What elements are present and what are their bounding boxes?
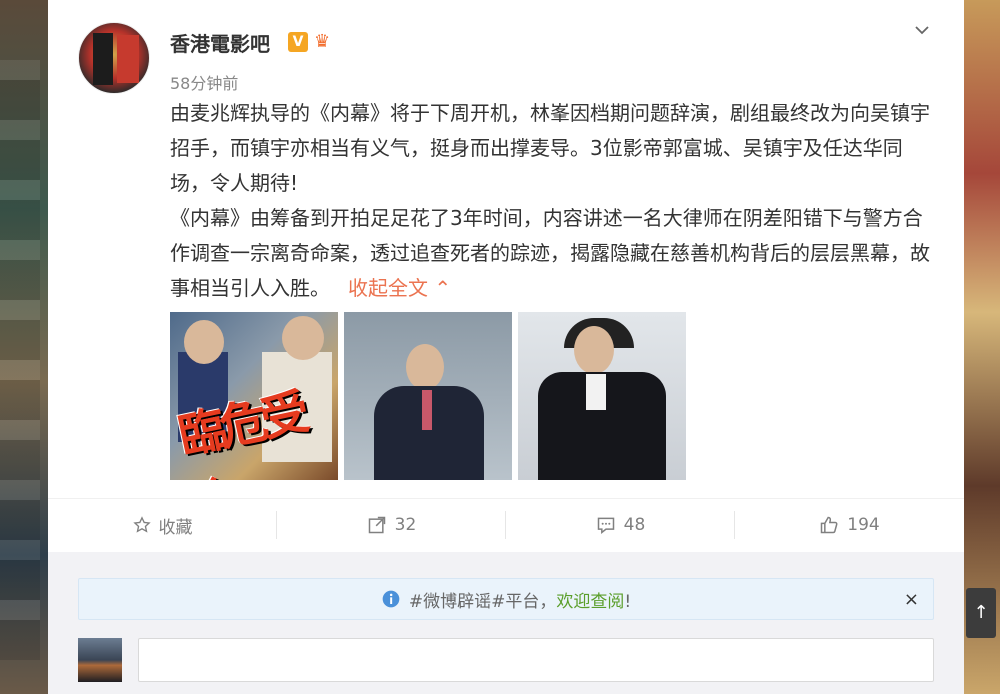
back-to-top-button[interactable]: ↑: [966, 588, 996, 638]
collapse-text-link[interactable]: 收起全文 ⌃: [348, 276, 451, 300]
verified-icon: V: [288, 32, 308, 52]
repost-button[interactable]: 32: [277, 499, 506, 551]
comment-icon: [597, 517, 614, 535]
like-button[interactable]: 194: [735, 499, 964, 551]
favorite-button[interactable]: 收藏: [48, 499, 277, 551]
notice-text: #微博辟谣#平台，: [408, 591, 557, 612]
notice-link[interactable]: 欢迎查阅: [556, 592, 624, 612]
post-paragraph: 由麦兆辉执导的《内幕》将于下周开机，林峯因档期问题辞演，剧组最终改为向吴镇宇招手…: [170, 101, 930, 195]
post-time[interactable]: 58分钟前: [170, 70, 238, 94]
weibo-post-card: 香港電影吧 V ♛ 58分钟前 由麦兆辉执导的《内幕》将于下周开机，林峯因档期问…: [48, 0, 964, 694]
image-thumbnail-actor-2[interactable]: [518, 312, 686, 480]
info-icon: [382, 590, 400, 608]
author-avatar[interactable]: [78, 22, 150, 94]
post-text: 由麦兆辉执导的《内幕》将于下周开机，林峯因档期问题辞演，剧组最终改为向吴镇宇招手…: [170, 96, 940, 306]
thumbs-up-icon: [821, 516, 838, 534]
comment-section: #微博辟谣#平台，欢迎查阅! ×: [48, 552, 964, 694]
notice-suffix: !: [624, 591, 632, 612]
rumor-notice-banner: #微博辟谣#平台，欢迎查阅! ×: [78, 578, 934, 620]
image-thumbnail-actor-1[interactable]: [344, 312, 512, 480]
chevron-down-icon[interactable]: [914, 22, 930, 38]
crown-icon: ♛: [314, 31, 331, 52]
post-paragraph: 《内幕》由筹备到开拍足足花了3年时间，内容讲述一名大律师在阴差阳错下与警方合作调…: [170, 206, 930, 300]
my-avatar[interactable]: [78, 638, 122, 682]
background-right-strip: ↑: [964, 0, 1000, 694]
post-action-bar: 收藏 32 48 194: [48, 498, 964, 550]
close-icon[interactable]: ×: [904, 589, 919, 610]
image-thumbnail-poster[interactable]: 臨危受命: [170, 312, 338, 480]
repost-count: 32: [394, 515, 417, 535]
author-name[interactable]: 香港電影吧: [170, 28, 270, 57]
comment-input[interactable]: [138, 638, 934, 682]
comment-count: 48: [623, 515, 646, 535]
comment-button[interactable]: 48: [506, 499, 735, 551]
like-count: 194: [847, 515, 880, 535]
star-icon: [132, 516, 151, 533]
favorite-label: 收藏: [158, 517, 193, 538]
background-left-strip: [0, 0, 48, 694]
share-icon: [368, 516, 385, 534]
